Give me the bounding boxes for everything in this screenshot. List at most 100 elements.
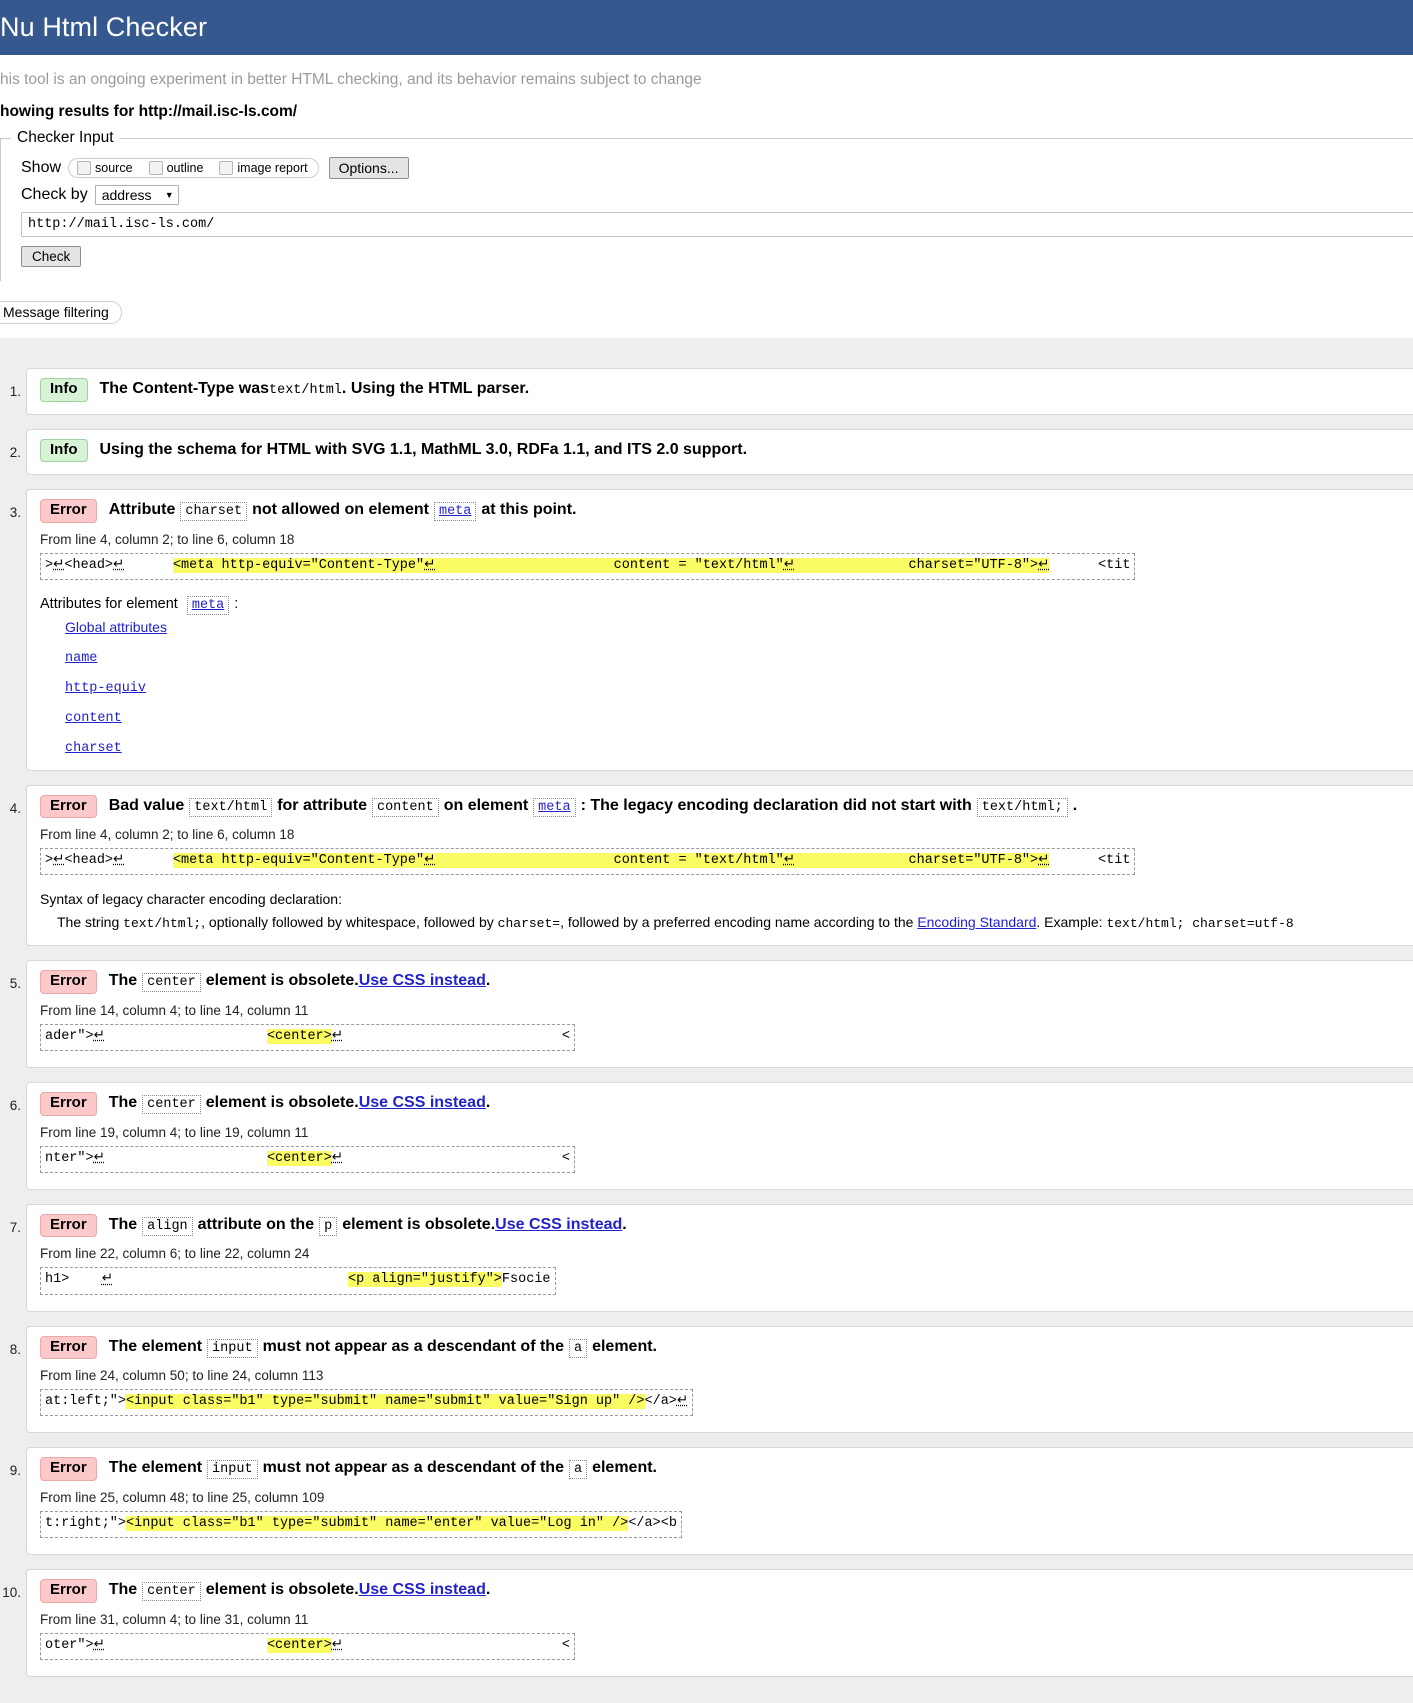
show-label: Show [21, 159, 62, 176]
extract-fragment: <center> [266, 1637, 332, 1653]
checkbox-outline-box[interactable] [148, 161, 163, 175]
checkbox-image-report[interactable]: image report [219, 161, 308, 175]
message-number: 6. [9, 1098, 21, 1114]
syntax-description: The string text/html;, optionally follow… [57, 914, 1294, 932]
status-badge: Error [40, 1579, 97, 1603]
attribute-link[interactable]: content [65, 711, 122, 726]
show-row: Show source outline image report Options… [21, 157, 1413, 179]
code-token: charset= [497, 916, 561, 932]
attribute-link[interactable]: charset [65, 741, 122, 756]
attribute-link[interactable]: Global attributes [65, 619, 167, 635]
message-body: Error Bad value text/html for attribute cont… [26, 784, 1413, 947]
message-text: must not appear as a descendant of the [262, 1337, 564, 1355]
message-location: From line 22, column 6; to line 22, colu… [40, 1246, 310, 1262]
message-text: Attribute [108, 501, 176, 518]
checkbox-outline[interactable]: outline [148, 161, 203, 175]
checkbox-source[interactable]: source [77, 161, 133, 175]
message-headline: Error The center element is obsolete. Use CS… [35, 1092, 1413, 1116]
message-number: 2. [9, 444, 21, 460]
check-button[interactable]: Check [21, 246, 82, 267]
code-token: a [568, 1338, 588, 1358]
message-body: Error The element input must not appear as … [26, 1447, 1413, 1556]
extract-fragment [124, 558, 173, 573]
message-body: Error Attribute charset not allowed on elem… [26, 489, 1413, 771]
message-filtering-bar: Message filtering [0, 301, 1413, 324]
extract-fragment: ↵ [676, 1394, 689, 1410]
message-item: 5. Error The center element is obsolete. Use … [0, 960, 1413, 1069]
message-text: element is obsolete. [205, 1581, 359, 1599]
check-by-label: Check by [21, 186, 88, 203]
status-badge: Info [40, 378, 88, 402]
extract-fragment: </a><b [628, 1515, 677, 1531]
use-css-instead-link[interactable]: Use CSS instead [359, 1581, 486, 1599]
extract-fragment: ↵ [331, 1150, 344, 1166]
extract-fragment: <meta http-equiv="Content-Type" [172, 853, 425, 869]
extract-fragment: ↵ [113, 853, 125, 869]
encoding-standard-link[interactable]: Encoding Standard [917, 914, 1036, 930]
page-root: Nu Html Checker his tool is an ongoing e… [0, 0, 1413, 1703]
message-text: . Using the HTML parser. [341, 380, 530, 397]
extract-fragment: ↵ [424, 853, 436, 869]
message-text: The [108, 1215, 138, 1233]
message-text: The element [108, 1459, 203, 1477]
extract-fragment: ↵ [53, 557, 65, 573]
checkbox-image-report-label: image report [237, 161, 308, 175]
url-input[interactable] [21, 212, 1413, 237]
intro-note: his tool is an ongoing experiment in bet… [0, 71, 702, 88]
extract-fragment [124, 853, 173, 868]
message-headline: Error The element input must not appear as … [35, 1457, 1413, 1481]
extract-fragment: <center> [266, 1150, 332, 1166]
check-by-select[interactable]: address ▼ [94, 185, 179, 205]
message-number: 7. [9, 1219, 21, 1235]
extract-fragment: Fsocie [501, 1272, 551, 1288]
extract-fragment: > [45, 557, 54, 573]
source-extract: >↵<head>↵ <meta http-equiv="Content-Type… [40, 848, 1136, 876]
message-headline: Error Attribute charset not allowed on elem… [35, 499, 1413, 523]
message-body: Error The element input must not appear as … [26, 1325, 1413, 1434]
element-spec-link[interactable]: meta [533, 797, 576, 817]
syntax-header: Syntax of legacy character encoding decl… [40, 891, 342, 908]
extract-fragment: charset="UTF-8"> [795, 853, 1039, 869]
status-badge: Error [40, 794, 97, 819]
extract-fragment: charset="UTF-8"> [795, 557, 1039, 573]
results-for-heading: howing results for http://mail.isc-ls.co… [0, 103, 298, 120]
message-number: 5. [9, 976, 21, 992]
app-banner: Nu Html Checker [0, 0, 1413, 55]
element-spec-link[interactable]: meta [433, 502, 477, 521]
checkbox-source-box[interactable] [77, 161, 92, 175]
use-css-instead-link[interactable]: Use CSS instead [359, 972, 486, 990]
use-css-instead-link[interactable]: Use CSS instead [495, 1216, 622, 1234]
chevron-down-icon: ▼ [164, 190, 174, 200]
message-text: must not appear as a descendant of the [262, 1459, 564, 1477]
checker-input-fieldset: Checker Input Show source outline image … [0, 129, 1413, 281]
code-token: text/html; [123, 916, 202, 932]
extract-fragment: ↵ [331, 1637, 344, 1653]
attribute-link[interactable]: http-equiv [65, 681, 146, 696]
message-headline: Error Bad value text/html for attribute cont… [35, 794, 1413, 819]
list-item: http-equiv [65, 678, 1413, 696]
message-number: 1. [9, 384, 21, 399]
message-location: From line 19, column 4; to line 19, colu… [40, 1124, 309, 1140]
message-item: 6. Error The center element is obsolete. Use … [0, 1082, 1413, 1190]
message-text: element is obsolete. [205, 1094, 359, 1112]
checkbox-image-report-box[interactable] [219, 161, 234, 175]
extract-fragment: < [343, 1637, 570, 1653]
check-by-selected-value: address [101, 187, 152, 203]
extract-fragment: content = "text/html" [435, 853, 784, 869]
element-spec-link[interactable]: meta [186, 595, 230, 615]
check-by-row: Check by address ▼ [21, 185, 1413, 205]
extract-fragment: content = "text/html" [435, 557, 784, 573]
code-token: text/html [269, 383, 342, 398]
extract-fragment: ↵ [1038, 557, 1050, 573]
attributes-header: Attributes for element meta: [40, 595, 239, 615]
use-css-instead-link[interactable]: Use CSS instead [359, 1094, 486, 1112]
extract-fragment: > [45, 853, 54, 869]
extract-fragment: <tit [1049, 853, 1131, 869]
extract-fragment [105, 1029, 267, 1044]
list-item: Global attributes [65, 619, 1413, 636]
message-filtering-toggle[interactable]: Message filtering [0, 301, 122, 324]
extract-fragment: ader"> [45, 1028, 94, 1044]
attribute-link[interactable]: name [65, 651, 97, 666]
extract-fragment: ↵ [113, 557, 125, 573]
options-button[interactable]: Options... [328, 157, 409, 179]
